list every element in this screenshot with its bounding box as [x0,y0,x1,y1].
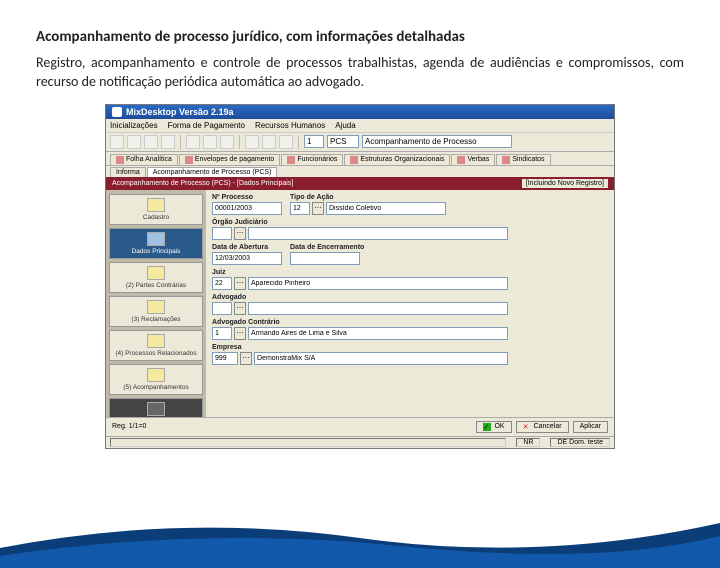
advogado-code[interactable] [212,302,232,315]
page-title: Acompanhamento de processo jurídico, com… [36,28,684,46]
menu-help[interactable]: Ajuda [335,121,355,130]
sub-tabs: Informa Acompanhamento de Processo (PCS) [106,166,614,177]
orgao-input[interactable] [248,227,508,240]
sidenav-processos-relacionados[interactable]: (4) Processos Relacionados [109,330,203,361]
record-counter: Reg. 1/1=0 [112,423,146,430]
data-abertura-input[interactable] [212,252,282,265]
menu-init[interactable]: Inicializações [110,121,158,130]
sidenav-dados-principais[interactable]: Dados Principais [109,228,203,259]
doc-icon [116,156,124,164]
empresa-input[interactable] [254,352,508,365]
data-abertura-label: Data de Abertura [212,244,282,251]
toolbar-code2-input[interactable] [327,135,359,148]
doc-icon [185,156,193,164]
close-icon: ✕ [523,423,531,431]
cancel-button[interactable]: ✕Cancelar [516,421,569,433]
menu-payment[interactable]: Forma de Pagamento [168,121,245,130]
toolbar-btn-2[interactable] [127,135,141,149]
toolbar-btn-5[interactable] [186,135,200,149]
check-icon: ✓ [483,423,491,431]
expand-icon[interactable]: ⋯ [234,227,246,240]
advogado-contrario-code[interactable] [212,327,232,340]
orgao-label: Órgão Judiciário [212,219,608,226]
tab-envelopes[interactable]: Envelopes de pagamento [179,154,280,165]
tipo-acao-label: Tipo de Ação [290,194,446,201]
form-body: Nº Processo Tipo de Ação ⋯ Órgão Judiciá… [206,190,614,417]
juiz-label: Juiz [212,269,608,276]
juiz-code[interactable] [212,277,232,290]
nprocesso-label: Nº Processo [212,194,282,201]
expand-icon[interactable]: ⋯ [312,202,324,215]
main-tabs: Folha Analítica Envelopes de pagamento F… [106,152,614,166]
toolbar-btn-10[interactable] [279,135,293,149]
juiz-input[interactable] [248,277,508,290]
status-bar: NR DE Dom. teste [106,436,614,448]
toolbar-separator [180,135,181,149]
tab-funcionarios[interactable]: Funcionários [281,154,343,165]
section-status: [Incluindo Novo Registro] [522,179,608,188]
doc-icon [350,156,358,164]
footer-bar: Reg. 1/1=0 ✓OK ✕Cancelar Aplicar [106,417,614,436]
advogado-contrario-input[interactable] [248,327,508,340]
toolbar-separator [298,135,299,149]
empresa-label: Empresa [212,344,608,351]
app-window: MixDesktop Versão 2.19a Inicializações F… [105,104,615,449]
decorative-wave [0,508,720,568]
ok-button[interactable]: ✓OK [476,421,511,433]
sidenav-partes-contrarias[interactable]: (2) Partes Contrárias [109,262,203,293]
side-nav: Cadastro Dados Principais (2) Partes Con… [106,190,206,417]
tab-verbas[interactable]: Verbas [451,154,495,165]
app-icon [112,107,122,117]
sidenav-reclamacoes[interactable]: (3) Reclamações [109,296,203,327]
advogado-input[interactable] [248,302,508,315]
menubar: Inicializações Forma de Pagamento Recurs… [106,119,614,133]
doc-icon [457,156,465,164]
toolbar-btn-8[interactable] [245,135,259,149]
status-seg-1 [110,438,506,447]
expand-icon[interactable]: ⋯ [240,352,252,365]
expand-icon[interactable]: ⋯ [234,277,246,290]
data-encerramento-input[interactable] [290,252,360,265]
advogado-label: Advogado [212,294,608,301]
toolbar [106,133,614,152]
toolbar-btn-7[interactable] [220,135,234,149]
toolbar-btn-6[interactable] [203,135,217,149]
expand-icon[interactable]: ⋯ [234,327,246,340]
status-seg-2: NR [516,438,540,447]
tipo-acao-code[interactable] [290,202,310,215]
toolbar-btn-9[interactable] [262,135,276,149]
page-description: Registro, acompanhamento e controle de p… [36,54,684,92]
window-title: MixDesktop Versão 2.19a [126,107,234,117]
sidenav-detalhes[interactable]: (6) Detalhes do Acompanhamento [109,398,203,417]
toolbar-code1-input[interactable] [304,135,324,148]
section-header: Acompanhamento de Processo (PCS) - [Dado… [106,177,614,190]
toolbar-btn-3[interactable] [144,135,158,149]
advogado-contrario-label: Advogado Contrário [212,319,608,326]
tipo-acao-input[interactable] [326,202,446,215]
data-encerramento-label: Data de Encerramento [290,244,364,251]
orgao-code[interactable] [212,227,232,240]
doc-icon [287,156,295,164]
section-title: Acompanhamento de Processo (PCS) - [Dado… [112,180,293,187]
menu-hr[interactable]: Recursos Humanos [255,121,325,130]
form-area: Cadastro Dados Principais (2) Partes Con… [106,190,614,417]
toolbar-separator [239,135,240,149]
toolbar-btn-4[interactable] [161,135,175,149]
sidenav-cadastro[interactable]: Cadastro [109,194,203,225]
window-titlebar: MixDesktop Versão 2.19a [106,105,614,119]
doc-icon [502,156,510,164]
expand-icon[interactable]: ⋯ [234,302,246,315]
toolbar-code2-label[interactable] [362,135,512,148]
tab-sindicatos[interactable]: Sindicatos [496,154,550,165]
subtab-informa[interactable]: Informa [110,167,146,177]
nprocesso-input[interactable] [212,202,282,215]
sidenav-acompanhamentos[interactable]: (5) Acompanhamentos [109,364,203,395]
tab-estruturas[interactable]: Estruturas Organizacionais [344,154,450,165]
empresa-code[interactable] [212,352,238,365]
status-seg-3: DE Dom. teste [550,438,610,447]
apply-button[interactable]: Aplicar [573,421,608,433]
tab-folha[interactable]: Folha Analítica [110,154,178,165]
toolbar-btn-1[interactable] [110,135,124,149]
subtab-acompanhamento[interactable]: Acompanhamento de Processo (PCS) [147,167,278,177]
